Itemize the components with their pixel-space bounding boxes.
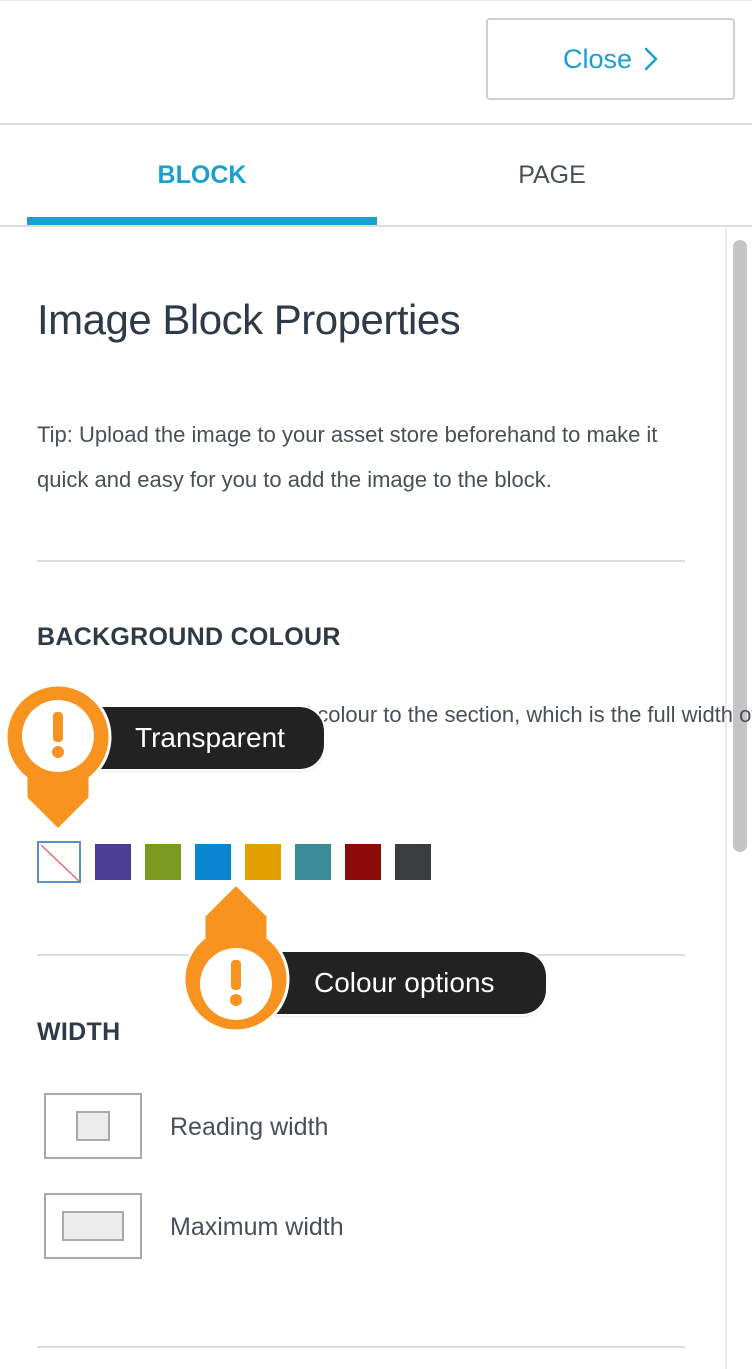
exclamation-icon: [4, 683, 112, 833]
swatch-orange[interactable]: [245, 844, 281, 880]
swatch-teal[interactable]: [295, 844, 331, 880]
width-heading: WIDTH: [37, 1018, 121, 1046]
scrollbar[interactable]: [733, 240, 747, 852]
close-label: Close: [562, 43, 633, 74]
transparent-callout-label: Transparent: [135, 722, 285, 753]
swatch-dark-grey[interactable]: [395, 844, 431, 880]
swatch-transparent[interactable]: [37, 841, 81, 883]
divider: [37, 1346, 685, 1348]
colour-swatches: [37, 841, 431, 883]
exclamation-icon: [182, 881, 290, 1033]
maximum-width-option[interactable]: [44, 1193, 142, 1259]
colour-options-callout: Colour options: [260, 950, 548, 1016]
reading-width-label[interactable]: Reading width: [170, 1113, 328, 1142]
active-tab-indicator: [27, 217, 377, 225]
close-button[interactable]: Close: [486, 18, 735, 100]
background-colour-heading: BACKGROUND COLOUR: [37, 623, 341, 651]
tip-text: Tip: Upload the image to your asset stor…: [37, 422, 658, 492]
tab-block[interactable]: BLOCK: [27, 125, 377, 225]
top-bar: Close: [0, 0, 752, 125]
panel-title: Image Block Properties: [37, 296, 461, 343]
divider: [37, 560, 685, 562]
tab-bar: BLOCK PAGE: [0, 125, 752, 227]
colour-options-callout-label: Colour options: [314, 967, 495, 998]
swatch-blue[interactable]: [195, 844, 231, 880]
maximum-width-icon: [62, 1211, 124, 1241]
chevron-right-icon: [644, 47, 658, 71]
reading-width-icon: [76, 1111, 110, 1141]
tab-page[interactable]: PAGE: [377, 125, 727, 225]
swatch-purple[interactable]: [95, 844, 131, 880]
transparent-callout: Transparent: [78, 705, 326, 771]
maximum-width-label[interactable]: Maximum width: [170, 1213, 344, 1242]
reading-width-option[interactable]: [44, 1093, 142, 1159]
swatch-red[interactable]: [345, 844, 381, 880]
swatch-green[interactable]: [145, 844, 181, 880]
